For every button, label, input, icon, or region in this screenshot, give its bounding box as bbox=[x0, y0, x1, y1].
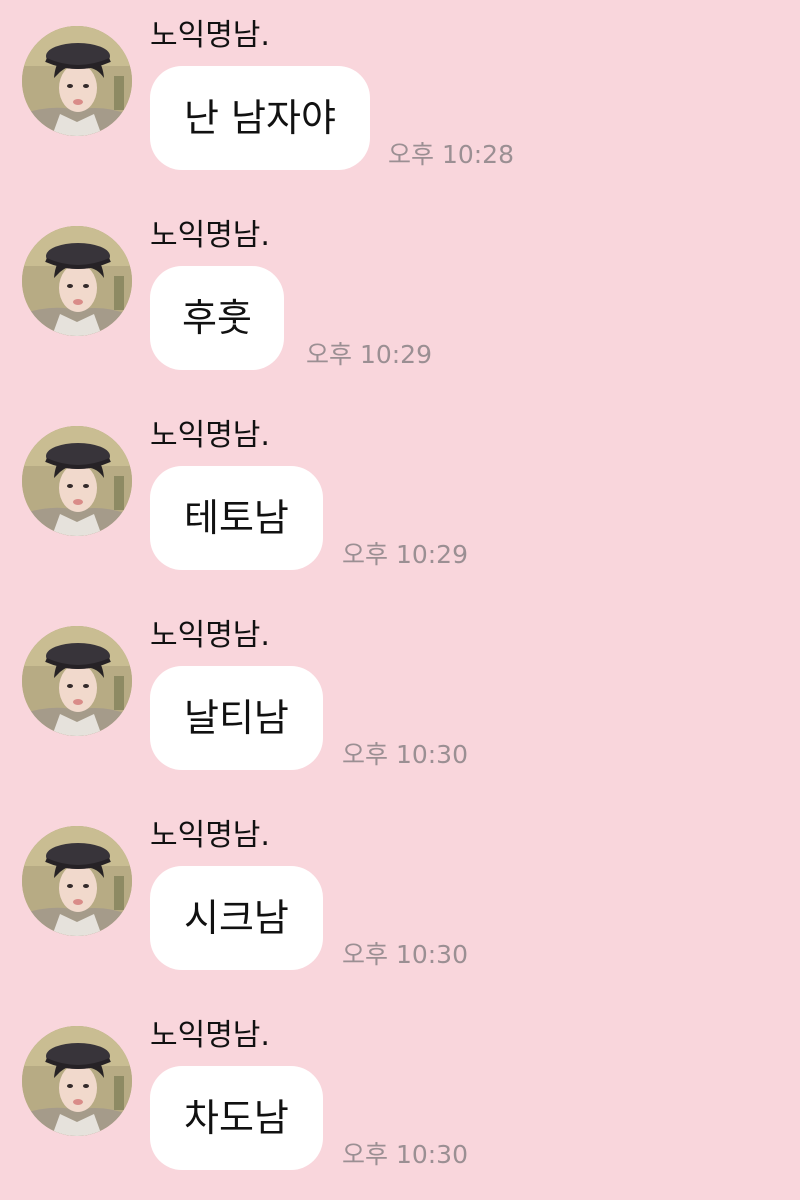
profile-photo-icon bbox=[22, 1026, 132, 1136]
sender-name: 노익명남. bbox=[150, 1018, 270, 1053]
message-bubble[interactable]: 날티남 bbox=[150, 666, 323, 770]
profile-photo-icon bbox=[22, 426, 132, 536]
sender-avatar[interactable] bbox=[22, 1026, 132, 1136]
message-row: 노익명남. 테토남 오후 10:29 bbox=[0, 400, 800, 600]
message-bubble[interactable]: 후훗 bbox=[150, 266, 284, 370]
message-timestamp: 오후 10:29 bbox=[342, 540, 468, 569]
sender-name: 노익명남. bbox=[150, 418, 270, 453]
sender-name: 노익명남. bbox=[150, 18, 270, 53]
profile-photo-icon bbox=[22, 226, 132, 336]
message-timestamp: 오후 10:28 bbox=[388, 140, 514, 169]
message-bubble[interactable]: 난 남자야 bbox=[150, 66, 370, 170]
sender-name: 노익명남. bbox=[150, 618, 270, 653]
sender-avatar[interactable] bbox=[22, 226, 132, 336]
message-bubble[interactable]: 테토남 bbox=[150, 466, 323, 570]
message-row: 노익명남. 차도남 오후 10:30 bbox=[0, 1000, 800, 1200]
message-row: 노익명남. 시크남 오후 10:30 bbox=[0, 800, 800, 1000]
chat-view: 노익명남. 난 남자야 오후 10:28 노익명남. 후훗 오후 10:29 노… bbox=[0, 0, 800, 1200]
sender-avatar[interactable] bbox=[22, 626, 132, 736]
sender-avatar[interactable] bbox=[22, 826, 132, 936]
message-timestamp: 오후 10:30 bbox=[342, 1140, 468, 1169]
sender-avatar[interactable] bbox=[22, 26, 132, 136]
sender-name: 노익명남. bbox=[150, 818, 270, 853]
message-row: 노익명남. 날티남 오후 10:30 bbox=[0, 600, 800, 800]
profile-photo-icon bbox=[22, 26, 132, 136]
message-timestamp: 오후 10:29 bbox=[306, 340, 432, 369]
sender-avatar[interactable] bbox=[22, 426, 132, 536]
message-bubble[interactable]: 차도남 bbox=[150, 1066, 323, 1170]
message-row: 노익명남. 난 남자야 오후 10:28 bbox=[0, 0, 800, 200]
message-bubble[interactable]: 시크남 bbox=[150, 866, 323, 970]
sender-name: 노익명남. bbox=[150, 218, 270, 253]
message-timestamp: 오후 10:30 bbox=[342, 740, 468, 769]
profile-photo-icon bbox=[22, 826, 132, 936]
profile-photo-icon bbox=[22, 626, 132, 736]
message-timestamp: 오후 10:30 bbox=[342, 940, 468, 969]
message-row: 노익명남. 후훗 오후 10:29 bbox=[0, 200, 800, 400]
